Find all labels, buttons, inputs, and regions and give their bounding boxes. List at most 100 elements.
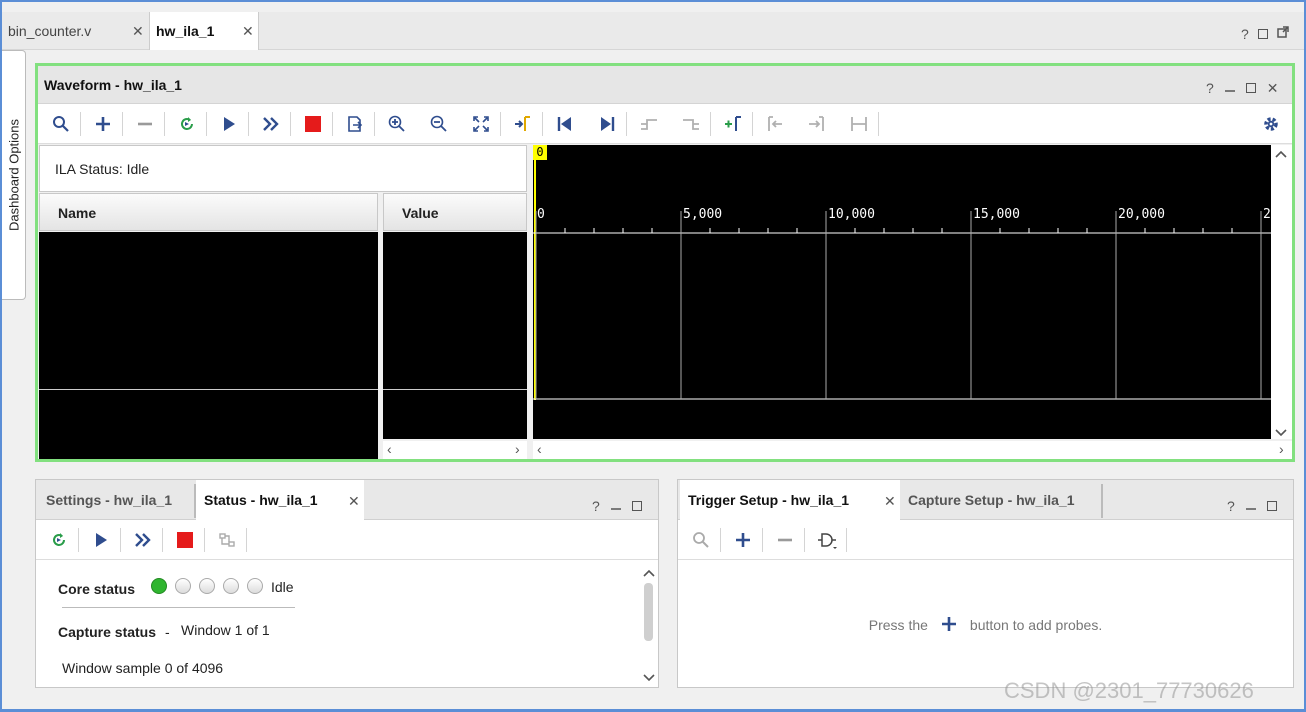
ruler-tick-label: 15,000	[973, 207, 1020, 222]
settings-icon[interactable]	[1258, 111, 1284, 137]
trigger-toolbar	[678, 520, 1293, 560]
tab-bin-counter[interactable]: bin_counter.v ✕	[2, 12, 149, 50]
prev-marker-icon[interactable]	[762, 111, 788, 137]
maximize-icon[interactable]	[1266, 500, 1277, 511]
maximize-icon[interactable]	[631, 500, 642, 511]
core-status-value: Idle	[271, 579, 294, 595]
next-marker-icon[interactable]	[804, 111, 830, 137]
remove-icon[interactable]	[132, 111, 158, 137]
float-icon[interactable]	[1277, 26, 1289, 41]
schematic-icon[interactable]	[214, 527, 240, 553]
scroll-down-icon[interactable]	[1274, 426, 1288, 441]
window-controls: ?	[1241, 26, 1289, 41]
minimize-icon[interactable]	[1224, 80, 1235, 95]
waveform-toolbar	[38, 104, 1292, 144]
ruler-tick-label: 10,000	[828, 207, 875, 222]
scroll-right-icon[interactable]: ›	[1279, 441, 1284, 457]
tab-trigger-setup[interactable]: Trigger Setup - hw_ila_1 ✕	[680, 480, 900, 520]
add-marker-icon[interactable]	[720, 111, 746, 137]
scroll-up-icon[interactable]	[1274, 147, 1288, 162]
next-transition-icon[interactable]	[678, 111, 704, 137]
zoom-fit-icon[interactable]	[468, 111, 494, 137]
capture-status-label: Capture status	[58, 624, 157, 640]
help-icon[interactable]: ?	[1206, 81, 1214, 95]
export-icon[interactable]	[342, 111, 368, 137]
hint-text: button to add probes.	[969, 617, 1103, 633]
tab-status[interactable]: Status - hw_ila_1 ✕	[196, 480, 364, 520]
go-to-start-icon[interactable]	[552, 111, 578, 137]
search-icon[interactable]	[48, 111, 74, 137]
tab-label: bin_counter.v	[8, 23, 92, 39]
scroll-right-icon[interactable]: ›	[515, 441, 520, 457]
waveform-hscrollbar[interactable]: ‹ ›	[533, 441, 1292, 459]
ruler-tick-label: 20,000	[1118, 207, 1165, 222]
tab-settings[interactable]: Settings - hw_ila_1	[38, 480, 180, 520]
ruler-tick-label: 0	[537, 207, 545, 222]
go-to-cursor-icon[interactable]	[510, 111, 536, 137]
run-icon[interactable]	[88, 527, 114, 553]
waveform-vscrollbar[interactable]	[1271, 145, 1292, 439]
signal-name-list[interactable]	[39, 232, 378, 459]
run-immediate-icon[interactable]	[258, 111, 284, 137]
go-to-end-icon[interactable]	[594, 111, 620, 137]
close-icon[interactable]: ✕	[1267, 81, 1279, 95]
ruler-tick-label: 2	[1263, 207, 1271, 222]
scroll-up-icon[interactable]	[642, 566, 656, 581]
status-toolbar	[36, 520, 658, 560]
refresh-icon[interactable]	[46, 527, 72, 553]
run-immediate-icon[interactable]	[130, 527, 156, 553]
help-icon[interactable]: ?	[1227, 499, 1235, 513]
status-content: Core status Idle Capture status - Window…	[36, 561, 640, 687]
dashboard-label: Dashboard Options	[6, 118, 21, 232]
value-column-header[interactable]: Value	[383, 193, 527, 231]
zoom-out-icon[interactable]	[426, 111, 452, 137]
close-icon[interactable]: ✕	[348, 493, 360, 510]
waveform-canvas[interactable]: 0 0 5,000 10,000 15,000 20,000 2	[533, 145, 1271, 439]
add-icon[interactable]	[90, 111, 116, 137]
scroll-left-icon[interactable]: ‹	[537, 441, 542, 457]
add-probe-icon[interactable]	[730, 527, 756, 553]
editor-tab-bar: bin_counter.v ✕ hw_ila_1 ✕ ?	[2, 12, 1304, 50]
capture-status-separator: -	[165, 624, 170, 640]
scroll-left-icon[interactable]: ‹	[387, 441, 392, 457]
ila-status-box: ILA Status: Idle	[39, 145, 527, 192]
scroll-thumb[interactable]	[644, 583, 653, 641]
search-icon[interactable]	[688, 527, 714, 553]
run-icon[interactable]	[216, 111, 242, 137]
waveform-panel: Waveform - hw_ila_1 ? ✕ ILA Status: Idle…	[35, 63, 1295, 462]
dashboard-options-tab[interactable]: Dashboard Options	[2, 50, 26, 300]
status-vscrollbar[interactable]	[640, 561, 658, 687]
minimize-icon[interactable]	[610, 498, 621, 513]
close-icon[interactable]: ✕	[884, 493, 896, 510]
tab-capture-setup[interactable]: Capture Setup - hw_ila_1	[900, 480, 1082, 520]
name-column-header[interactable]: Name	[39, 193, 378, 231]
stop-icon[interactable]	[300, 111, 326, 137]
scroll-down-icon[interactable]	[642, 671, 656, 686]
maximize-icon[interactable]	[1257, 28, 1268, 39]
remove-icon[interactable]	[772, 527, 798, 553]
maximize-icon[interactable]	[1245, 82, 1256, 93]
signal-value-list[interactable]	[383, 232, 527, 439]
help-icon[interactable]: ?	[592, 499, 600, 513]
divider	[62, 607, 295, 608]
close-icon[interactable]: ✕	[242, 23, 254, 40]
refresh-icon[interactable]	[174, 111, 200, 137]
waveform-title-bar: Waveform - hw_ila_1 ? ✕	[38, 66, 1292, 104]
tab-hw-ila-1[interactable]: hw_ila_1 ✕	[149, 12, 259, 50]
gate-menu-icon[interactable]	[814, 527, 840, 553]
status-dot	[151, 578, 167, 594]
watermark: CSDN @2301_77730626	[1004, 678, 1254, 703]
help-icon[interactable]: ?	[1241, 27, 1249, 41]
minimize-icon[interactable]	[1245, 498, 1256, 513]
empty-probes-hint: Press the button to add probes.	[678, 610, 1293, 640]
add-icon	[940, 615, 958, 636]
stop-icon[interactable]	[172, 527, 198, 553]
ila-status-text: ILA Status: Idle	[55, 161, 150, 177]
tab-label: Trigger Setup - hw_ila_1	[688, 492, 850, 508]
value-hscrollbar[interactable]: ‹ ›	[383, 441, 527, 459]
zoom-in-icon[interactable]	[384, 111, 410, 137]
swap-cursors-icon[interactable]	[846, 111, 872, 137]
close-icon[interactable]: ✕	[132, 23, 144, 40]
app-window: bin_counter.v ✕ hw_ila_1 ✕ ? Dashboard O…	[0, 0, 1306, 712]
prev-transition-icon[interactable]	[636, 111, 662, 137]
